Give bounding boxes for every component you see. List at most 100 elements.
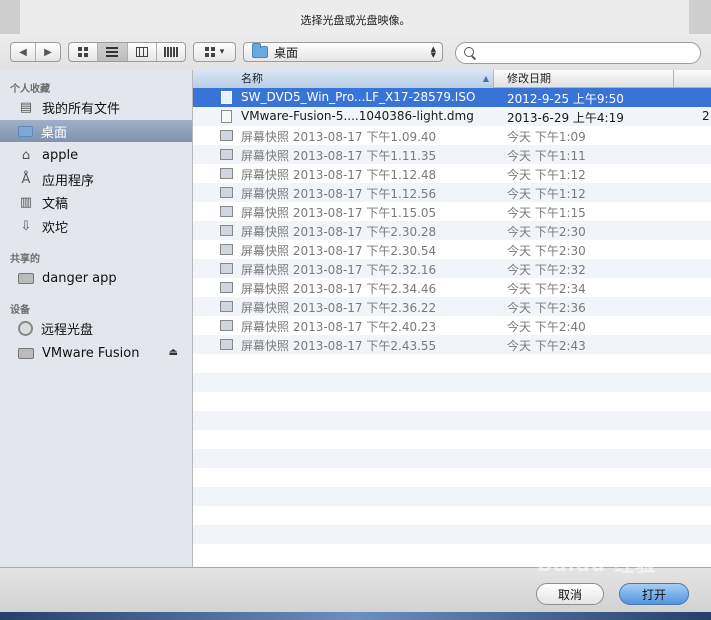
cancel-button[interactable]: 取消 xyxy=(536,583,604,605)
sidebar-item-all-files[interactable]: ▤ 我的所有文件 xyxy=(0,96,192,118)
file-date: 今天 下午2:30 xyxy=(507,244,586,258)
sidebar-item-label: 欢坨 xyxy=(42,220,69,236)
icon-view-button[interactable] xyxy=(69,43,99,61)
shared-computer-icon xyxy=(18,272,34,284)
table-row[interactable]: 屏幕快照 2013-08-17 下午1.12.48 今天 下午1:12 xyxy=(193,164,711,183)
document-file-icon xyxy=(221,110,232,123)
screenshot-file-icon xyxy=(220,187,233,198)
file-rows: SW_DVD5_Win_Pro...LF_X17-28579.ISO 2012-9… xyxy=(193,88,711,563)
view-mode-control xyxy=(68,42,186,62)
file-date: 2012-9-25 上午9:50 xyxy=(507,92,624,106)
screenshot-file-icon xyxy=(220,320,233,331)
home-icon: ⌂ xyxy=(21,147,31,163)
file-extra: 2 xyxy=(702,109,710,123)
screenshot-file-icon xyxy=(220,130,233,141)
folder-icon xyxy=(252,43,268,58)
chevron-down-icon: ▾ xyxy=(219,47,225,57)
list-view-button[interactable] xyxy=(98,43,128,61)
file-name: 屏幕快照 2013-08-17 下午2.30.54 xyxy=(241,244,437,258)
screenshot-file-icon xyxy=(220,206,233,217)
dialog-title: 选择光盘或光盘映像。 xyxy=(300,14,411,27)
empty-row xyxy=(193,411,711,430)
file-name: 屏幕快照 2013-08-17 下午1.11.35 xyxy=(241,149,437,163)
table-row[interactable]: 屏幕快照 2013-08-17 下午1.09.40 今天 下午1:09 xyxy=(193,126,711,145)
table-row[interactable]: 屏幕快照 2013-08-17 下午2.36.22 今天 下午2:36 xyxy=(193,297,711,316)
table-row[interactable]: 屏幕快照 2013-08-17 下午2.34.46 今天 下午2:34 xyxy=(193,278,711,297)
sidebar-section-favorites: 个人收藏 xyxy=(10,84,50,95)
watermark: Baidu 经验 xyxy=(537,552,657,576)
downloads-icon: ⇩ xyxy=(20,218,32,234)
arrange-grid-icon xyxy=(204,47,215,57)
sidebar: 个人收藏 ▤ 我的所有文件 桌面 ⌂ apple Å 应用程序 ▥ 文稿 ⇩ 欢… xyxy=(0,70,193,567)
screenshot-file-icon xyxy=(220,263,233,274)
sidebar-item-label: 文稿 xyxy=(42,196,69,212)
eject-icon[interactable]: ⏏ xyxy=(169,347,178,358)
list-header: 名称 ▲ 修改日期 xyxy=(193,70,711,88)
file-date: 今天 下午2:43 xyxy=(507,339,586,353)
column-view-icon xyxy=(135,47,148,57)
table-row[interactable]: 屏幕快照 2013-08-17 下午2.43.55 今天 下午2:43 xyxy=(193,335,711,354)
arrange-button[interactable]: ▾ xyxy=(193,42,236,62)
cover-flow-button[interactable] xyxy=(157,43,185,61)
icon-view-icon xyxy=(78,47,89,57)
file-name: 屏幕快照 2013-08-17 下午2.30.28 xyxy=(241,225,437,239)
file-name: 屏幕快照 2013-08-17 下午2.32.16 xyxy=(241,263,437,277)
sidebar-item-desktop[interactable]: 桌面 xyxy=(0,120,192,142)
table-row[interactable]: 屏幕快照 2013-08-17 下午2.32.16 今天 下午2:32 xyxy=(193,259,711,278)
column-divider xyxy=(673,70,674,88)
file-name: 屏幕快照 2013-08-17 下午2.40.23 xyxy=(241,320,437,334)
toolbar: ◀ ▶ ▾ 桌面 ▲ ▼ xyxy=(0,34,711,70)
empty-row xyxy=(193,468,711,487)
sidebar-item-vmware-fusion[interactable]: VMware Fusion ⏏ xyxy=(0,342,192,364)
table-row[interactable]: 屏幕快照 2013-08-17 下午2.30.28 今天 下午2:30 xyxy=(193,221,711,240)
sort-ascending-icon: ▲ xyxy=(482,74,489,83)
table-row[interactable]: SW_DVD5_Win_Pro...LF_X17-28579.ISO 2012-9… xyxy=(193,88,711,107)
sidebar-item-downloads[interactable]: ⇩ 欢坨 xyxy=(0,215,192,237)
column-view-button[interactable] xyxy=(128,43,157,61)
back-button[interactable]: ◀ xyxy=(11,43,36,61)
sidebar-item-documents[interactable]: ▥ 文稿 xyxy=(0,191,192,213)
sidebar-item-apple[interactable]: ⌂ apple xyxy=(0,144,192,166)
back-forward-control: ◀ ▶ xyxy=(10,42,61,62)
file-date: 今天 下午1:15 xyxy=(507,206,586,220)
table-row[interactable]: 屏幕快照 2013-08-17 下午1.12.56 今天 下午1:12 xyxy=(193,183,711,202)
table-row[interactable]: 屏幕快照 2013-08-17 下午2.40.23 今天 下午2:40 xyxy=(193,316,711,335)
file-date: 今天 下午1:12 xyxy=(507,168,586,182)
file-list: 名称 ▲ 修改日期 SW_DVD5_Win_Pro...LF_X17-28579… xyxy=(193,70,711,567)
sidebar-item-label: 远程光盘 xyxy=(41,322,94,338)
forward-button[interactable]: ▶ xyxy=(36,43,60,61)
table-row[interactable]: 屏幕快照 2013-08-17 下午2.30.54 今天 下午2:30 xyxy=(193,240,711,259)
sidebar-item-remote-disc[interactable]: 远程光盘 xyxy=(0,317,192,339)
column-header-name[interactable]: 名称 ▲ xyxy=(193,70,494,88)
screenshot-file-icon xyxy=(220,149,233,160)
search-field[interactable] xyxy=(455,42,701,64)
file-name: 屏幕快照 2013-08-17 下午1.12.56 xyxy=(241,187,437,201)
file-name: 屏幕快照 2013-08-17 下午1.15.05 xyxy=(241,206,437,220)
sidebar-item-label: 桌面 xyxy=(41,125,68,141)
file-name: 屏幕快照 2013-08-17 下午2.34.46 xyxy=(241,282,437,296)
sidebar-item-label: VMware Fusion xyxy=(42,345,140,361)
table-row[interactable]: 屏幕快照 2013-08-17 下午1.11.35 今天 下午1:11 xyxy=(193,145,711,164)
all-files-icon: ▤ xyxy=(19,99,33,115)
sidebar-item-label: apple xyxy=(42,147,79,163)
file-name: 屏幕快照 2013-08-17 下午1.09.40 xyxy=(241,130,437,144)
path-label: 桌面 xyxy=(274,45,299,60)
file-date: 今天 下午2:32 xyxy=(507,263,586,277)
file-date: 今天 下午1:12 xyxy=(507,187,586,201)
column-header-date[interactable]: 修改日期 xyxy=(507,70,551,88)
desktop-strip xyxy=(0,612,711,620)
table-row[interactable]: VMware-Fusion-5....1040386-light.dmg 2013… xyxy=(193,107,711,126)
file-date: 今天 下午2:36 xyxy=(507,301,586,315)
path-popup[interactable]: 桌面 ▲ ▼ xyxy=(243,42,443,62)
updown-arrows-icon: ▲ ▼ xyxy=(430,45,436,59)
table-row[interactable]: 屏幕快照 2013-08-17 下午1.15.05 今天 下午1:15 xyxy=(193,202,711,221)
documents-icon: ▥ xyxy=(19,194,33,210)
empty-row xyxy=(193,449,711,468)
sidebar-item-label: 应用程序 xyxy=(42,173,95,189)
sidebar-item-applications[interactable]: Å 应用程序 xyxy=(0,168,192,190)
sidebar-item-label: 我的所有文件 xyxy=(42,101,121,117)
search-icon xyxy=(464,47,476,59)
open-button[interactable]: 打开 xyxy=(619,583,689,605)
sidebar-item-danger-app[interactable]: danger app xyxy=(0,267,192,289)
dialog-titlebar: 选择光盘或光盘映像。 xyxy=(0,0,711,34)
